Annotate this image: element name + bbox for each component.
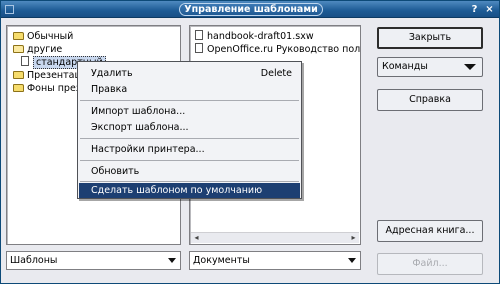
menu-item-export-template[interactable]: Экспорт шаблона... [79,120,300,135]
folder-icon [13,71,24,79]
commands-dropdown[interactable]: Команды [377,57,483,77]
menu-separator [80,181,299,182]
close-icon[interactable]: × [484,4,495,15]
folder-open-icon [13,45,24,53]
dropdown-arrow-icon [168,258,176,263]
help-button[interactable]: Справка [377,89,483,111]
menu-item-import-template[interactable]: Импорт шаблона... [79,104,300,119]
window-title: Управление шаблонами [179,3,323,16]
list-item[interactable]: handbook-draft01.sxw [195,30,314,43]
template-management-dialog: Управление шаблонами ? × Обычный другие … [0,0,500,284]
folder-icon [13,32,24,40]
document-icon [195,30,203,40]
address-book-button[interactable]: Адресная книга... [377,220,483,242]
scroll-left-icon[interactable]: ◂ [191,233,202,243]
list-item[interactable]: другие [13,43,62,56]
menu-item-printer-settings[interactable]: Настройки принтера... [79,142,300,157]
menu-separator [80,100,299,101]
list-item[interactable]: OpenOffice.ru Руководство пользова [195,43,361,56]
file-button[interactable]: Файл... [377,253,483,275]
window-menu-icon[interactable] [5,5,14,14]
menu-item-edit[interactable]: Правка [79,82,300,97]
menu-item-delete[interactable]: Удалить Delete [79,66,300,81]
menu-item-refresh[interactable]: Обновить [79,164,300,179]
menu-separator [80,138,299,139]
menu-item-set-as-default[interactable]: Сделать шаблоном по умолчанию [79,183,300,198]
document-icon [21,56,29,66]
dropdown-arrow-icon [348,258,356,263]
horizontal-scrollbar[interactable]: ◂ ▸ [191,232,359,243]
dropdown-arrow-icon [464,64,476,70]
left-source-combo[interactable]: Шаблоны [6,251,181,270]
list-item[interactable]: Обычный [13,30,73,43]
right-source-combo[interactable]: Документы [189,251,361,270]
menu-separator [80,160,299,161]
scroll-right-icon[interactable]: ▸ [348,233,359,243]
list-item[interactable]: Фоны през [13,82,81,95]
help-icon[interactable]: ? [469,4,480,15]
list-item[interactable]: Презентац [13,69,81,82]
folder-icon [13,84,24,92]
title-bar[interactable]: Управление шаблонами ? × [1,1,499,18]
document-icon [195,43,203,53]
close-button[interactable]: Закрыть [377,27,483,49]
context-menu: Удалить Delete Правка Импорт шаблона... … [77,61,302,199]
